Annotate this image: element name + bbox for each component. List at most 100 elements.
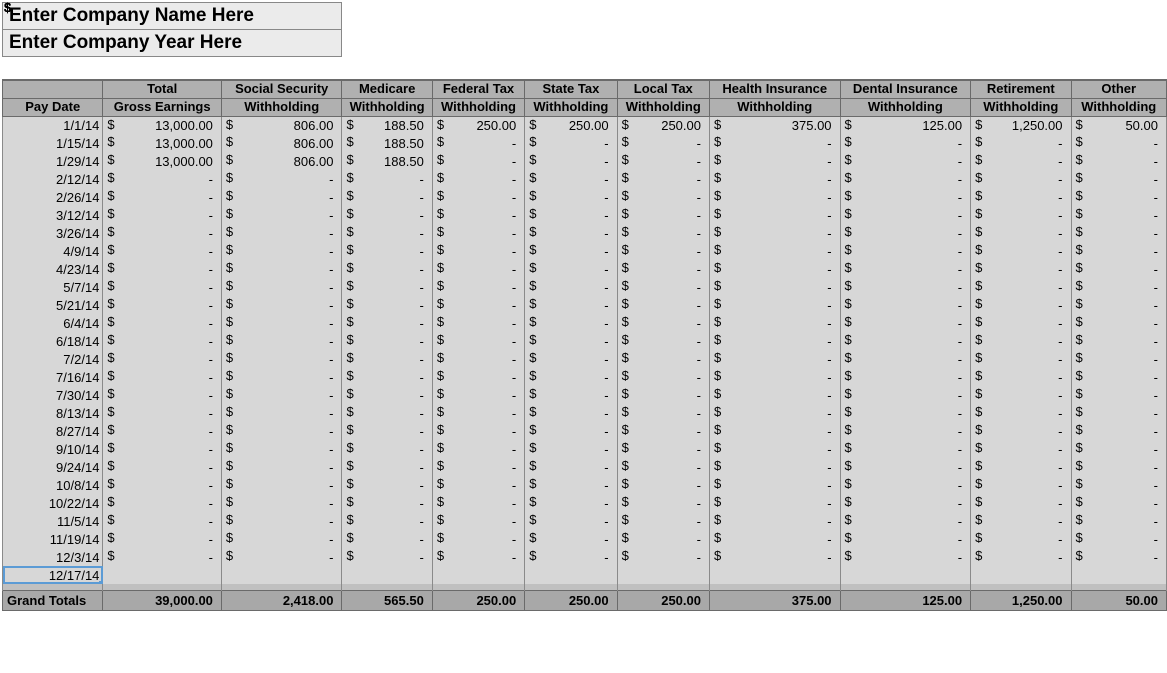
cell[interactable]: $- — [432, 314, 524, 332]
cell[interactable]: $- — [617, 260, 709, 278]
cell[interactable]: $- — [103, 422, 222, 440]
cell[interactable]: $- — [221, 386, 342, 404]
cell[interactable]: $- — [221, 242, 342, 260]
cell[interactable]: $- — [971, 242, 1071, 260]
cell[interactable]: $- — [1071, 242, 1167, 260]
cell[interactable]: $- — [221, 404, 342, 422]
cell[interactable]: $- — [971, 224, 1071, 242]
cell[interactable]: $188.50 — [342, 134, 432, 152]
cell[interactable]: $- — [221, 278, 342, 296]
cell[interactable] — [103, 566, 222, 584]
cell[interactable]: $- — [971, 188, 1071, 206]
cell[interactable]: $- — [709, 332, 840, 350]
cell[interactable]: $- — [971, 350, 1071, 368]
cell[interactable]: $- — [840, 296, 971, 314]
cell[interactable]: $- — [103, 404, 222, 422]
cell[interactable] — [221, 566, 342, 584]
cell[interactable]: $- — [709, 134, 840, 152]
cell[interactable]: $- — [971, 296, 1071, 314]
cell[interactable]: $- — [432, 530, 524, 548]
cell[interactable]: $- — [840, 170, 971, 188]
cell[interactable]: $- — [840, 134, 971, 152]
cell[interactable]: $- — [709, 476, 840, 494]
cell[interactable]: $- — [617, 494, 709, 512]
cell[interactable]: $- — [840, 224, 971, 242]
cell[interactable]: $13,000.00 — [103, 152, 222, 170]
pay-date-cell[interactable]: 1/15/14 — [3, 134, 103, 152]
cell[interactable]: $- — [221, 530, 342, 548]
cell[interactable]: $- — [1071, 188, 1167, 206]
pay-date-cell[interactable]: 5/21/14 — [3, 296, 103, 314]
cell[interactable]: $50.00 — [1071, 116, 1167, 134]
cell[interactable]: $- — [103, 278, 222, 296]
cell[interactable]: $- — [342, 188, 432, 206]
cell[interactable]: $- — [709, 530, 840, 548]
cell[interactable]: $- — [103, 242, 222, 260]
cell[interactable]: $- — [1071, 224, 1167, 242]
cell[interactable]: $- — [432, 296, 524, 314]
cell[interactable]: $- — [1071, 206, 1167, 224]
cell[interactable]: $- — [221, 368, 342, 386]
cell[interactable]: $- — [525, 386, 617, 404]
cell[interactable]: $- — [971, 458, 1071, 476]
cell[interactable] — [525, 566, 617, 584]
cell[interactable]: $- — [103, 224, 222, 242]
cell[interactable]: $- — [709, 458, 840, 476]
cell[interactable]: $- — [221, 224, 342, 242]
cell[interactable]: $- — [617, 422, 709, 440]
cell[interactable]: $- — [103, 332, 222, 350]
cell[interactable]: $- — [342, 440, 432, 458]
cell[interactable]: $- — [342, 350, 432, 368]
cell[interactable]: $- — [221, 440, 342, 458]
cell[interactable]: $- — [840, 350, 971, 368]
cell[interactable]: $- — [1071, 350, 1167, 368]
cell[interactable]: $- — [525, 512, 617, 530]
pay-date-cell[interactable]: 6/4/14 — [3, 314, 103, 332]
cell[interactable]: $- — [617, 278, 709, 296]
cell[interactable]: $- — [432, 206, 524, 224]
cell[interactable]: $- — [432, 242, 524, 260]
pay-date-cell[interactable]: 12/17/14 — [3, 566, 103, 584]
cell[interactable]: $- — [1071, 170, 1167, 188]
cell[interactable]: $- — [221, 296, 342, 314]
cell[interactable]: $- — [342, 530, 432, 548]
cell[interactable]: $- — [840, 278, 971, 296]
cell[interactable]: $- — [103, 260, 222, 278]
cell[interactable]: $- — [617, 296, 709, 314]
cell[interactable]: $- — [617, 152, 709, 170]
cell[interactable]: $- — [342, 296, 432, 314]
cell[interactable]: $- — [342, 404, 432, 422]
cell[interactable]: $- — [971, 494, 1071, 512]
cell[interactable]: $- — [709, 170, 840, 188]
cell[interactable]: $- — [221, 494, 342, 512]
cell[interactable]: $- — [617, 134, 709, 152]
cell[interactable]: $- — [103, 530, 222, 548]
pay-date-cell[interactable]: 1/29/14 — [3, 152, 103, 170]
cell[interactable]: $- — [1071, 386, 1167, 404]
cell[interactable]: $- — [103, 512, 222, 530]
cell[interactable]: $- — [617, 206, 709, 224]
cell[interactable]: $- — [103, 314, 222, 332]
pay-date-cell[interactable]: 4/9/14 — [3, 242, 103, 260]
cell[interactable]: $- — [342, 422, 432, 440]
cell[interactable]: $- — [525, 170, 617, 188]
pay-date-cell[interactable]: 9/24/14 — [3, 458, 103, 476]
pay-date-cell[interactable]: 3/26/14 — [3, 224, 103, 242]
cell[interactable]: $- — [342, 170, 432, 188]
cell[interactable]: $- — [1071, 422, 1167, 440]
cell[interactable]: $- — [525, 422, 617, 440]
cell[interactable] — [1071, 566, 1167, 584]
cell[interactable]: $- — [103, 458, 222, 476]
cell[interactable]: $- — [709, 494, 840, 512]
cell[interactable]: $- — [840, 476, 971, 494]
cell[interactable]: $- — [342, 368, 432, 386]
cell[interactable]: $- — [342, 314, 432, 332]
cell[interactable]: $- — [1071, 332, 1167, 350]
cell[interactable]: $- — [617, 386, 709, 404]
pay-date-cell[interactable]: 12/3/14 — [3, 548, 103, 566]
cell[interactable]: $- — [525, 134, 617, 152]
cell[interactable]: $- — [525, 494, 617, 512]
pay-date-cell[interactable]: 3/12/14 — [3, 206, 103, 224]
cell[interactable]: $- — [103, 368, 222, 386]
cell[interactable]: $- — [342, 476, 432, 494]
